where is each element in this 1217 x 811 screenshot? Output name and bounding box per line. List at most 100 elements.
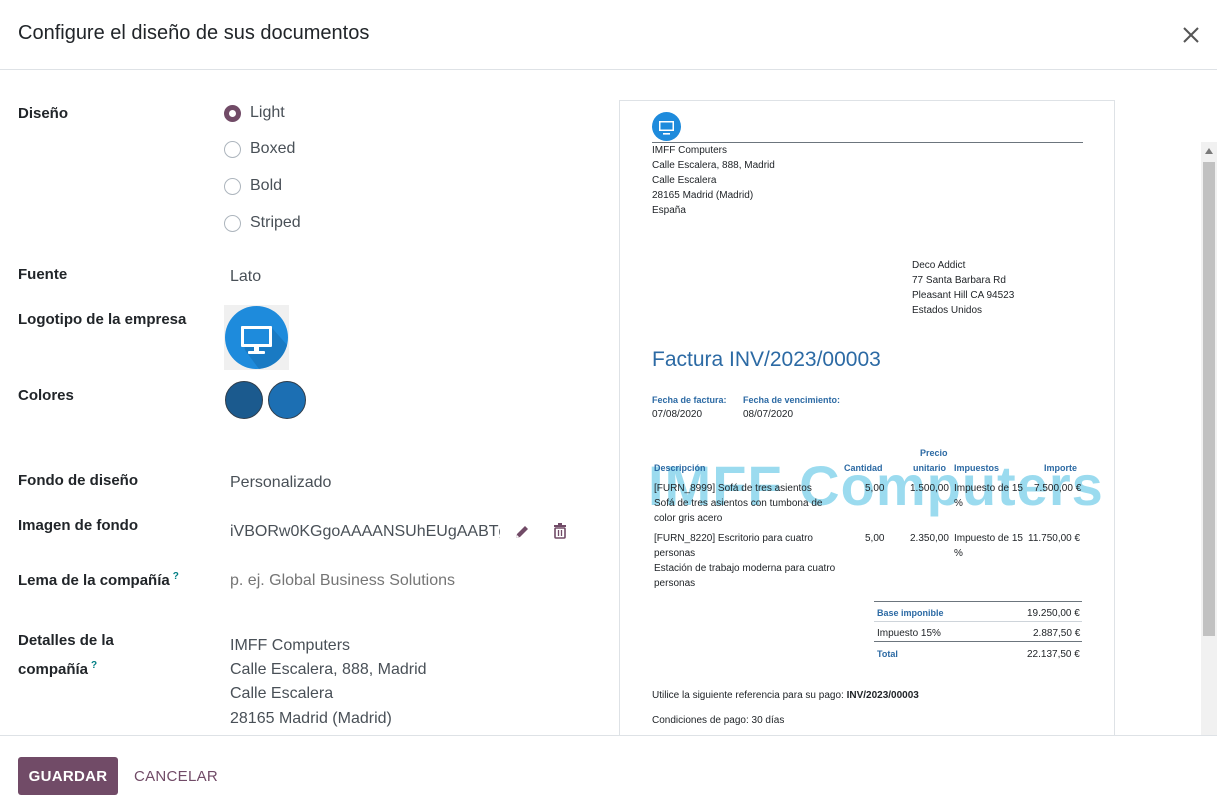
line-amount: 11.750,00 € — [1028, 533, 1081, 544]
company-logo[interactable] — [224, 305, 289, 370]
line-description: Estación de trabajo moderna para cuatro — [654, 563, 836, 574]
font-label: Fuente — [18, 266, 68, 283]
due-date: 08/07/2020 — [743, 409, 794, 420]
col-quantity: Cantidad — [844, 463, 883, 473]
company-details-line[interactable]: Calle Escalera — [230, 682, 333, 706]
layout-label: Diseño — [18, 105, 69, 122]
company-details-label-text: compañía — [18, 661, 89, 678]
customer-address-line: Pleasant Hill CA 94523 — [912, 290, 1015, 301]
due-date-label: Fecha de vencimiento: — [743, 395, 841, 405]
col-unit-price-line1: Precio — [920, 448, 948, 458]
radio-light[interactable] — [224, 104, 241, 122]
subtotal-value: 19.250,00 € — [1027, 608, 1080, 619]
monitor-icon — [225, 306, 288, 369]
line-description: color gris acero — [654, 513, 723, 524]
col-amount: Importe — [1044, 463, 1078, 473]
invoice-date: 07/08/2020 — [652, 409, 703, 420]
tax-label: Impuesto 15% — [877, 628, 941, 639]
dialog-title: Configure el diseño de sus documentos — [18, 22, 370, 44]
font-select[interactable]: Lato — [230, 265, 261, 289]
line-description: Sofá de tres asientos con tumbona de — [654, 498, 823, 509]
line-description: personas — [654, 548, 696, 559]
save-button[interactable]: GUARDAR — [18, 757, 118, 795]
background-label: Fondo de diseño — [18, 472, 138, 489]
company-details-line[interactable]: IMFF Computers — [230, 634, 350, 658]
primary-color-swatch[interactable] — [225, 381, 263, 419]
payment-reference: Utilice la siguiente referencia para su … — [652, 688, 919, 703]
layout-option-striped[interactable]: Striped — [224, 211, 301, 235]
total-value: 22.137,50 € — [1027, 649, 1080, 660]
background-select[interactable]: Personalizado — [230, 471, 331, 495]
tagline-label: Lema de la compañía? — [18, 565, 179, 593]
preview-logo-icon — [652, 112, 681, 141]
document-preview: IMFF Computers Calle Escalera, 888, Madr… — [619, 100, 1115, 735]
invoice-title: Factura INV/2023/00003 — [652, 348, 881, 371]
line-qty: 5,00 — [865, 483, 885, 494]
line-tax: Impuesto de 15 — [954, 533, 1023, 544]
tagline-input[interactable] — [230, 569, 580, 593]
totals-divider — [874, 641, 1082, 642]
customer-address-line: Estados Unidos — [912, 305, 983, 316]
layout-option-light[interactable]: Light — [224, 101, 285, 125]
col-taxes: Impuestos — [954, 463, 1000, 473]
company-address-line: IMFF Computers — [652, 145, 728, 156]
customer-address-line: Deco Addict — [912, 260, 966, 271]
bg-image-label: Imagen de fondo — [18, 517, 138, 534]
radio-boxed[interactable] — [224, 140, 241, 158]
close-icon[interactable] — [1178, 22, 1204, 48]
layout-option-label: Light — [250, 104, 285, 121]
company-details-label-line2: compañía? — [18, 654, 97, 682]
payment-reference-text: Utilice la siguiente referencia para su … — [652, 690, 844, 701]
secondary-color-swatch[interactable] — [268, 381, 306, 419]
radio-bold[interactable] — [224, 177, 241, 195]
customer-address-line: 77 Santa Barbara Rd — [912, 275, 1006, 286]
help-tooltip-icon[interactable]: ? — [173, 571, 179, 582]
line-price: 2.350,00 — [910, 533, 949, 544]
company-details-line[interactable]: Calle Escalera, 888, Madrid — [230, 658, 427, 682]
line-tax: % — [954, 548, 963, 559]
total-label: Total — [877, 649, 898, 659]
company-address-line: Calle Escalera — [652, 175, 717, 186]
line-qty: 5,00 — [865, 533, 885, 544]
dialog-body: Diseño Light Boxed Bold Striped Fuente L… — [0, 71, 1217, 735]
col-description: Descripción — [654, 463, 706, 473]
layout-option-label: Boxed — [250, 140, 296, 157]
radio-striped[interactable] — [224, 214, 241, 232]
subtotal-label: Base imponible — [877, 608, 944, 618]
colors-label: Colores — [18, 387, 74, 404]
layout-option-label: Striped — [250, 214, 301, 231]
dialog-header: Configure el diseño de sus documentos — [0, 0, 1217, 70]
line-tax: % — [954, 498, 963, 509]
totals-divider — [874, 621, 1082, 622]
line-description: personas — [654, 578, 696, 589]
col-unit-price-line2: unitario — [913, 463, 946, 473]
line-description: [FURN_8220] Escritorio para cuatro — [654, 533, 813, 544]
totals-divider — [874, 601, 1082, 602]
trash-icon[interactable] — [551, 522, 569, 540]
scrollbar-thumb[interactable] — [1203, 162, 1215, 636]
bg-image-filename[interactable]: iVBORw0KGgoAAAANSUhEUgAABTgA — [230, 520, 500, 544]
logo-label: Logotipo de la empresa — [18, 311, 187, 328]
help-tooltip-icon[interactable]: ? — [91, 660, 97, 671]
scroll-up-icon[interactable] — [1205, 148, 1213, 154]
company-address-line: España — [652, 205, 686, 216]
company-address-line: 28165 Madrid (Madrid) — [652, 190, 754, 201]
line-description: [FURN_8999] Sofá de tres asientos — [654, 483, 812, 494]
layout-option-bold[interactable]: Bold — [224, 174, 282, 198]
payment-terms: Condiciones de pago: 30 días — [652, 715, 785, 726]
layout-option-boxed[interactable]: Boxed — [224, 137, 295, 161]
company-details-label-line1: Detalles de la — [18, 632, 114, 649]
tax-value: 2.887,50 € — [1033, 628, 1081, 639]
vertical-scrollbar[interactable] — [1201, 142, 1217, 735]
line-amount: 7.500,00 € — [1034, 483, 1082, 494]
company-details-line[interactable]: 28165 Madrid (Madrid) — [230, 707, 392, 731]
tagline-label-text: Lema de la compañía — [18, 572, 170, 589]
payment-reference-code: INV/2023/00003 — [846, 690, 919, 701]
line-price: 1.500,00 — [910, 483, 949, 494]
line-tax: Impuesto de 15 — [954, 483, 1023, 494]
layout-option-label: Bold — [250, 177, 283, 194]
cancel-button[interactable]: CANCELAR — [126, 757, 226, 795]
pencil-icon[interactable] — [513, 523, 531, 541]
invoice-date-label: Fecha de factura: — [652, 395, 727, 405]
dialog-footer: GUARDAR CANCELAR — [0, 735, 1217, 811]
